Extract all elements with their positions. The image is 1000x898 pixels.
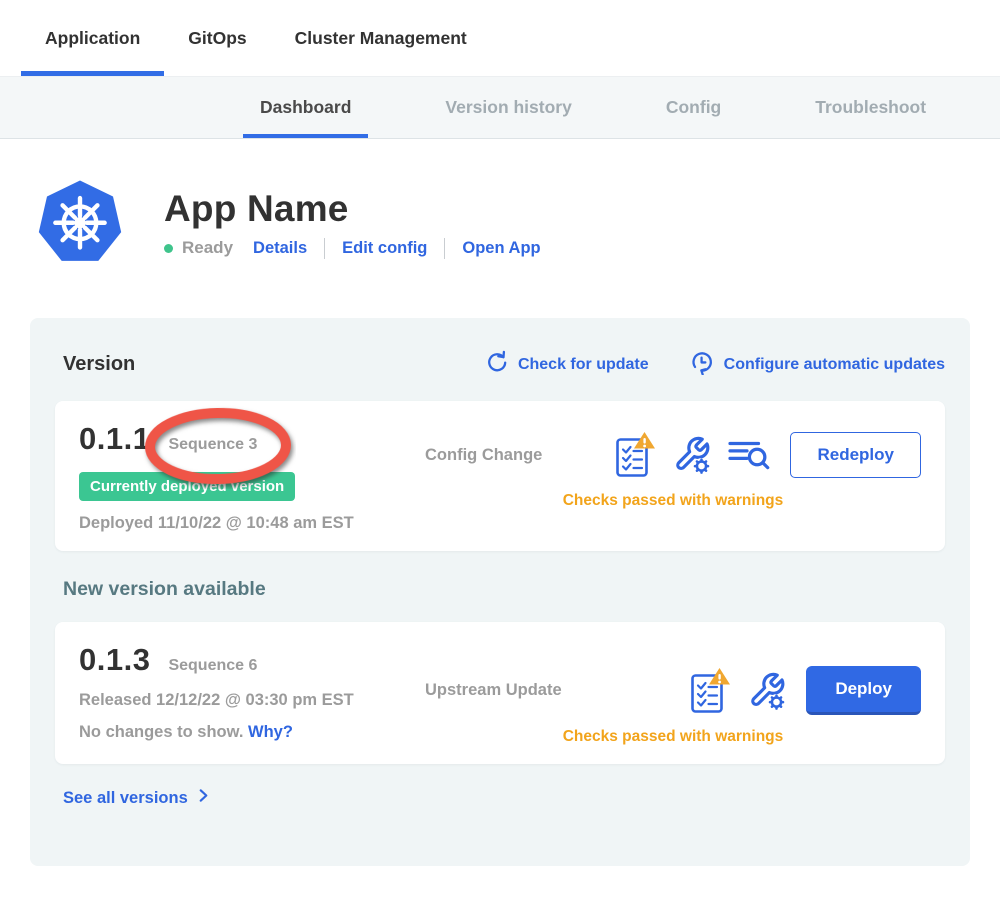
available-version-info: 0.1.3 Sequence 6 Released 12/12/22 @ 03:…	[79, 642, 425, 746]
tab-application[interactable]: Application	[21, 0, 164, 76]
current-version-info: 0.1.1 Sequence 3 Currently deployed vers…	[79, 421, 425, 533]
check-for-update-button[interactable]: Check for update	[485, 350, 649, 379]
see-all-versions-link[interactable]: See all versions	[63, 787, 211, 809]
current-sequence-wrap: Sequence 3	[168, 436, 257, 454]
tab-dashboard-label: Dashboard	[260, 97, 351, 118]
app-header-text: App Name Ready Details Edit config Open …	[164, 188, 541, 259]
available-version-row: 0.1.3 Sequence 6	[79, 642, 425, 678]
app-header: App Name Ready Details Edit config Open …	[36, 175, 1000, 271]
available-version-number: 0.1.3	[79, 642, 150, 678]
current-source-label: Config Change	[425, 446, 542, 465]
version-panel: Version Check for update	[30, 318, 970, 866]
page-title: App Name	[164, 188, 541, 230]
configure-automatic-updates-label: Configure automatic updates	[724, 356, 945, 374]
current-sequence-label: Sequence 3	[168, 436, 257, 453]
tab-cluster-management[interactable]: Cluster Management	[271, 0, 491, 76]
refresh-icon	[485, 350, 509, 379]
current-version-card: 0.1.1 Sequence 3 Currently deployed vers…	[55, 401, 945, 551]
edit-config-link[interactable]: Edit config	[342, 239, 427, 258]
tab-dashboard[interactable]: Dashboard	[243, 77, 368, 138]
version-panel-header: Version Check for update	[55, 318, 945, 380]
kubernetes-logo-icon	[36, 176, 124, 271]
tab-troubleshoot[interactable]: Troubleshoot	[798, 77, 943, 138]
divider	[324, 238, 325, 259]
edit-config-wrench-icon[interactable]	[673, 435, 711, 475]
current-version-row: 0.1.1 Sequence 3	[79, 421, 425, 457]
deployed-timestamp: Deployed 11/10/22 @ 10:48 am EST	[79, 514, 425, 533]
tab-version-history-label: Version history	[445, 97, 571, 118]
tab-gitops-label: GitOps	[188, 28, 246, 49]
divider	[444, 238, 445, 259]
redeploy-button[interactable]: Redeploy	[790, 432, 921, 478]
version-actions: Check for update Configure automatic upd…	[485, 349, 945, 380]
chevron-right-icon	[196, 787, 211, 809]
why-link[interactable]: Why?	[248, 723, 293, 741]
view-diff-icon[interactable]	[728, 439, 770, 471]
available-version-actions: Upstream Update	[425, 642, 921, 746]
preflight-checks-warning-icon[interactable]	[615, 431, 656, 479]
available-version-card: 0.1.3 Sequence 6 Released 12/12/22 @ 03:…	[55, 622, 945, 764]
details-link[interactable]: Details	[253, 239, 307, 258]
new-version-heading: New version available	[63, 578, 945, 601]
available-checks-status: Checks passed with warnings	[425, 728, 921, 746]
deploy-button[interactable]: Deploy	[806, 666, 921, 715]
app-status-row: Ready Details Edit config Open App	[164, 238, 541, 259]
tab-troubleshoot-label: Troubleshoot	[815, 97, 926, 118]
available-actions-row: Upstream Update	[425, 652, 921, 715]
available-source-label: Upstream Update	[425, 681, 562, 700]
check-for-update-label: Check for update	[518, 356, 649, 374]
current-icon-group	[615, 431, 770, 479]
tab-config[interactable]: Config	[649, 77, 738, 138]
released-timestamp: Released 12/12/22 @ 03:30 pm EST	[79, 691, 425, 710]
primary-nav: Application GitOps Cluster Management	[0, 0, 1000, 76]
current-version-actions: Config Change	[425, 421, 921, 533]
see-all-versions-label: See all versions	[63, 789, 188, 808]
current-checks-status: Checks passed with warnings	[425, 492, 921, 510]
preflight-checks-warning-icon[interactable]	[690, 667, 731, 715]
no-changes-line: No changes to show. Why?	[79, 723, 425, 742]
status-dot-icon	[164, 244, 173, 253]
configure-automatic-updates-button[interactable]: Configure automatic updates	[689, 349, 945, 380]
edit-config-wrench-icon[interactable]	[748, 671, 786, 711]
tab-config-label: Config	[666, 97, 721, 118]
tab-version-history[interactable]: Version history	[428, 77, 588, 138]
no-changes-text: No changes to show.	[79, 723, 243, 741]
tab-gitops[interactable]: GitOps	[164, 0, 270, 76]
tab-application-label: Application	[45, 28, 140, 49]
available-sequence-label: Sequence 6	[168, 657, 257, 675]
version-heading: Version	[63, 353, 135, 376]
current-actions-row: Config Change	[425, 431, 921, 479]
current-version-number: 0.1.1	[79, 421, 150, 457]
status-badge: Ready	[182, 238, 233, 258]
auto-update-clock-icon	[689, 349, 715, 380]
open-app-link[interactable]: Open App	[462, 239, 540, 258]
secondary-nav: Dashboard Version history Config Trouble…	[0, 76, 1000, 139]
available-icon-group	[690, 667, 786, 715]
tab-cluster-management-label: Cluster Management	[295, 28, 467, 49]
currently-deployed-badge: Currently deployed version	[79, 472, 295, 501]
